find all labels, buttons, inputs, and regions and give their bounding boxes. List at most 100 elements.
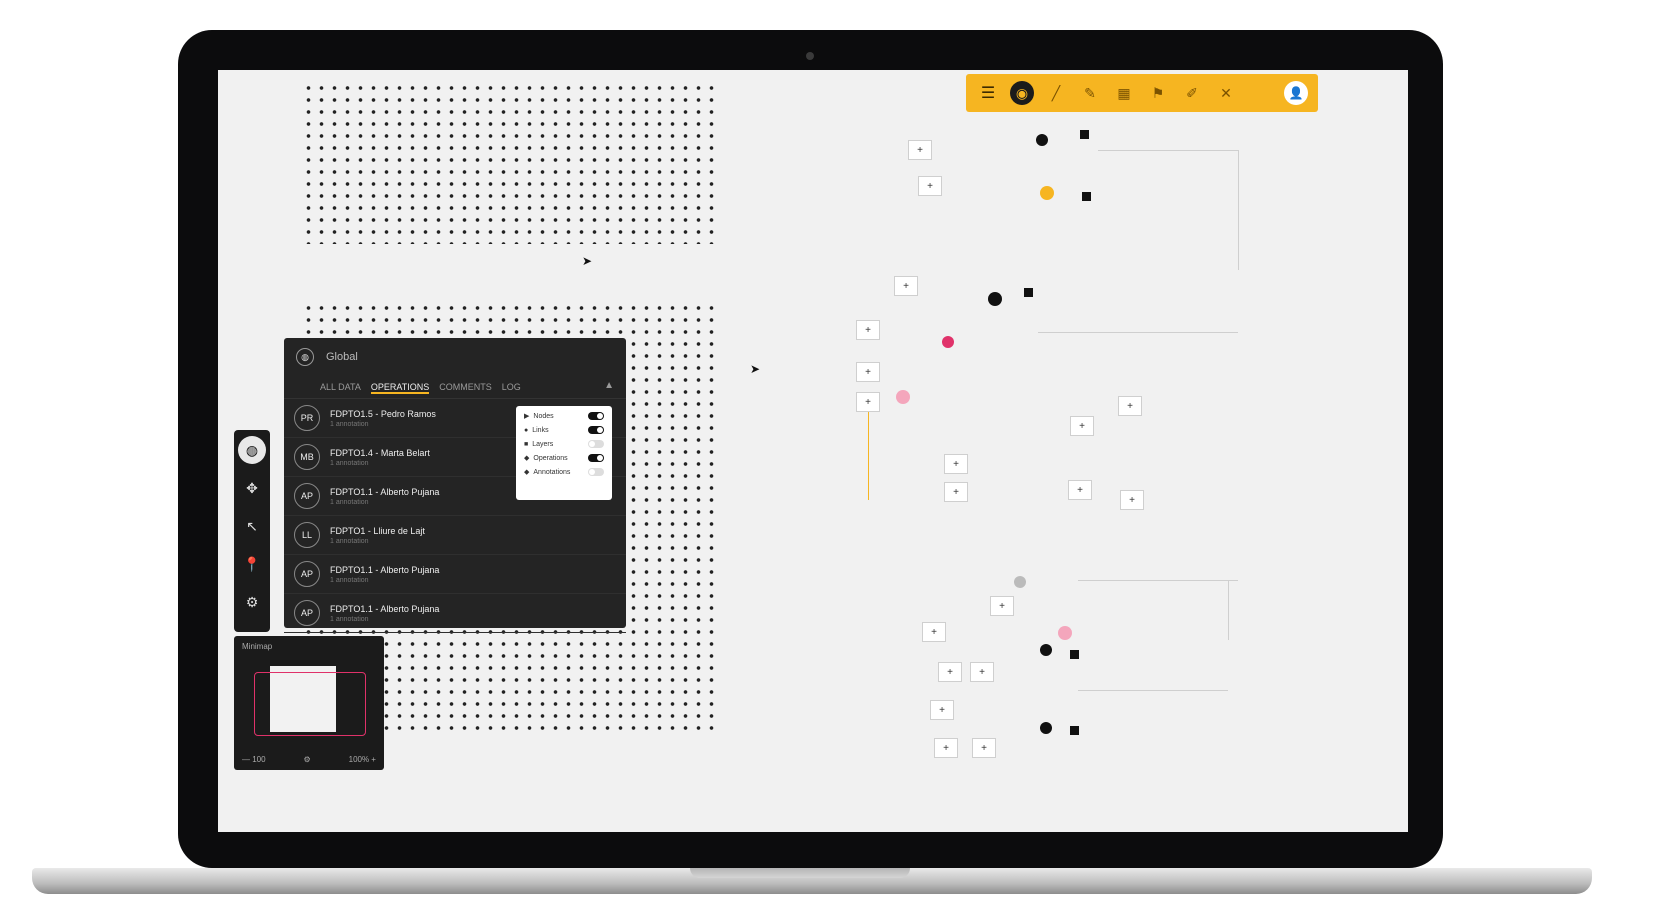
settings-icon[interactable]: ⚙ [238,588,266,616]
avatar: LL [294,522,320,548]
close-icon[interactable]: ✕ [1214,81,1238,105]
avatar: MB [294,444,320,470]
component-node[interactable]: + [1070,416,1094,436]
connector-line [1228,580,1229,640]
slash-icon[interactable]: ╱ [1044,81,1068,105]
flag-icon[interactable]: ⚑ [1146,81,1170,105]
grid-icon[interactable]: ▦ [1112,81,1136,105]
filter-popover: ▶ Nodes ● Links ■ Layers ◆ Operations ◆ … [516,406,612,500]
component-node[interactable]: + [970,662,994,682]
junction-square[interactable] [1070,650,1079,659]
tab-operations[interactable]: OPERATIONS [370,382,430,394]
filter-toggle[interactable] [588,412,604,420]
junction-square[interactable] [1080,130,1089,139]
junction-dot-alert[interactable] [942,336,954,348]
junction-square[interactable] [1070,726,1079,735]
connector-line [1098,150,1238,151]
component-node[interactable]: + [944,454,968,474]
filter-toggle[interactable] [588,454,604,462]
component-node[interactable]: + [990,596,1014,616]
filter-row[interactable]: ● Links [524,426,604,434]
junction-dot-active[interactable] [1040,186,1054,200]
pen-icon[interactable]: ✎ [1078,81,1102,105]
component-node[interactable]: + [922,622,946,642]
tab-log[interactable]: LOG [502,382,521,394]
filter-toggle[interactable] [588,468,604,476]
global-panel: ◍ Global ALL DATA OPERATIONS COMMENTS LO… [284,338,626,633]
laptop-notch [690,868,910,878]
select-icon[interactable]: ↖ [238,512,266,540]
component-node[interactable]: + [856,362,880,382]
target-icon[interactable]: ◉ [1010,81,1034,105]
filter-icon[interactable]: ▲ [604,380,614,391]
laptop-lid: + + + + + + + + + + + + + + + + + + + ➤ … [178,30,1443,868]
pencil-icon[interactable]: ✐ [1180,81,1204,105]
row-subtitle: 1 annotation [330,576,369,584]
component-node[interactable]: + [894,276,918,296]
component-node[interactable]: + [972,738,996,758]
cursor-pointer-icon: ➤ [750,362,761,376]
junction-dot[interactable] [988,292,1002,306]
junction-square[interactable] [1082,192,1091,201]
row-title: FDPTO1.1 - Alberto Pujana [330,564,440,575]
junction-dot[interactable] [1036,134,1048,146]
component-node[interactable]: + [934,738,958,758]
list-item[interactable]: AP FDPTO1.1 - Alberto Pujana 1 annotatio… [284,555,626,594]
component-node[interactable]: + [938,662,962,682]
component-node[interactable]: + [856,392,880,412]
minimap-viewport[interactable] [254,672,366,736]
globe-icon: ◍ [296,348,314,366]
row-subtitle: 1 annotation [330,537,369,545]
settings-icon[interactable]: ⚙ [304,755,311,764]
junction-dot[interactable] [1040,644,1052,656]
list-item[interactable]: LL FDPTO1 - Lliure de Lajt 1 annotation [284,516,626,555]
diamond-icon: ◆ [524,455,530,462]
row-subtitle: 1 annotation [330,498,369,506]
component-node[interactable]: + [1120,490,1144,510]
filter-row[interactable]: ■ Layers [524,440,604,448]
filter-toggle[interactable] [588,440,604,448]
junction-dot-alert[interactable] [896,390,910,404]
component-node[interactable]: + [918,176,942,196]
junction-dot-alert[interactable] [1058,626,1072,640]
move-icon[interactable]: ✥ [238,474,266,502]
row-subtitle: 1 annotation [330,615,369,623]
globe-icon[interactable]: ◍ [238,436,266,464]
list-item[interactable]: AP FDPTO1.1 - Alberto Pujana 1 annotatio… [284,594,626,633]
junction-dot[interactable] [1040,722,1052,734]
component-node[interactable]: + [944,482,968,502]
minimap[interactable]: Minimap — 100 ⚙ 100% + [234,636,384,770]
tab-comments[interactable]: COMMENTS [439,382,492,394]
layers-icon[interactable]: ☰ [976,81,1000,105]
filter-row[interactable]: ◆ Annotations [524,468,604,476]
filter-label: Operations [533,454,568,462]
diamond-icon: ◆ [524,469,530,476]
junction-dot[interactable] [1014,576,1026,588]
tab-all-data[interactable]: ALL DATA [320,382,361,394]
dot-icon: ● [524,426,529,434]
component-node[interactable]: + [908,140,932,160]
filter-toggle[interactable] [588,426,604,434]
row-subtitle: 1 annotation [330,420,369,428]
pin-icon[interactable]: 📍 [238,550,266,578]
junction-square[interactable] [1024,288,1033,297]
component-node[interactable]: + [1118,396,1142,416]
row-title: FDPTO1.1 - Alberto Pujana [330,603,440,614]
component-node[interactable]: + [1068,480,1092,500]
avatar: AP [294,561,320,587]
connector-line [1038,332,1238,333]
connector-line [1078,690,1228,691]
connector-line [868,410,869,500]
connector-line [1238,150,1239,270]
user-icon[interactable]: 👤 [1284,81,1308,105]
zoom-out-button[interactable]: — 100 [242,755,266,764]
component-node[interactable]: + [930,700,954,720]
camera [806,52,814,60]
filter-label: Layers [532,440,554,448]
connector-line [1078,580,1238,581]
component-node[interactable]: + [856,320,880,340]
zoom-in-button[interactable]: 100% + [349,755,376,764]
filter-row[interactable]: ◆ Operations [524,454,604,462]
avatar: AP [294,483,320,509]
filter-row[interactable]: ▶ Nodes [524,412,604,420]
